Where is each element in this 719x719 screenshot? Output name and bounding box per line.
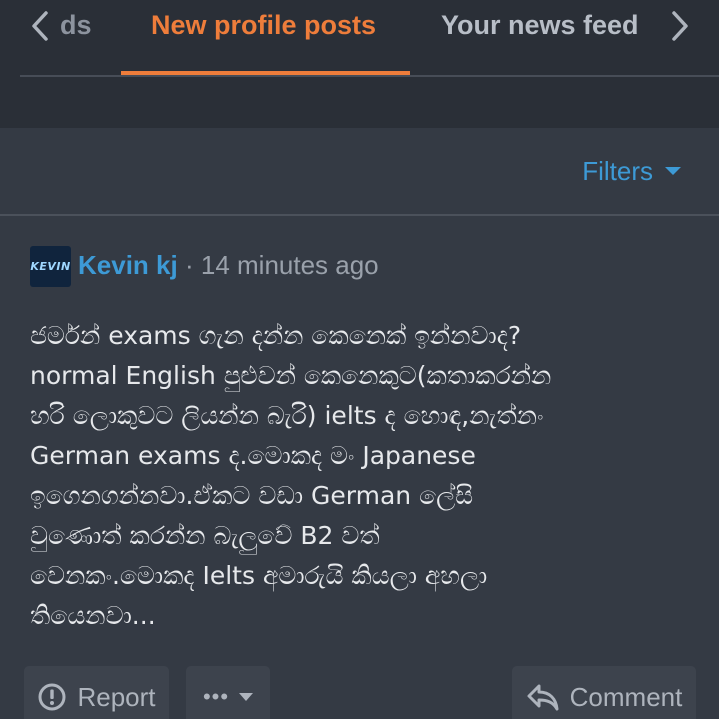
report-label: Report (77, 681, 156, 712)
post-time[interactable]: 14 minutes ago (201, 250, 379, 280)
post-body-line: වෙනකං.මොකද Ielts අමාරුයි කියලා අහලා (30, 561, 488, 590)
chevron-left-icon[interactable] (26, 10, 56, 42)
tab-your-news-feed[interactable]: Your news feed (441, 8, 639, 42)
post-body-line: ඉගෙනගන්නවා.ඒකට වඩා German ලේසි (30, 481, 474, 510)
tab-previous[interactable]: ds (60, 8, 92, 42)
tab-row: ds New profile posts Your news feed (0, 0, 719, 76)
tab-divider (20, 75, 719, 77)
tab-bar: ds New profile posts Your news feed (0, 0, 719, 128)
reply-icon (526, 682, 560, 712)
comment-button[interactable]: Comment (512, 666, 696, 719)
meta-separator: · (184, 250, 194, 280)
post-body-line: German exams ද.මොකද මං Japanese (30, 441, 476, 470)
author-link[interactable]: Kevin kj (78, 250, 178, 280)
filters-bar: Filters (0, 128, 719, 216)
report-button[interactable]: Report (24, 666, 169, 719)
tab-new-profile-posts[interactable]: New profile posts (151, 8, 376, 42)
avatar[interactable]: KEVIN (30, 246, 71, 287)
active-tab-indicator (121, 71, 410, 75)
more-dots-icon: ••• (202, 684, 230, 709)
filters-button[interactable]: Filters (582, 154, 681, 188)
chevron-right-icon[interactable] (664, 10, 694, 42)
post-body-line: තියෙනවා... (30, 601, 156, 630)
post-body-line: වුණොත් කරන්න බැලුවේ B2 වත් (30, 521, 380, 550)
post-body-line: ජර්මන් exams ගැන දන්න කෙනෙක් ඉන්නවාද? (30, 321, 522, 350)
post-meta: Kevin kj · 14 minutes ago (78, 248, 379, 282)
post-body: ජර්මන් exams ගැන දන්න කෙනෙක් ඉන්නවාද? no… (30, 316, 690, 636)
profile-post: KEVIN Kevin kj · 14 minutes ago ජර්මන් e… (0, 216, 719, 719)
caret-down-icon (239, 693, 254, 701)
post-body-line: හරි ලොකුවට ලියන්න බැරි) ielts ද හොඳ,නැත්… (30, 401, 544, 430)
caret-down-icon (665, 167, 681, 175)
more-options-button[interactable]: ••• (186, 666, 270, 719)
filters-label: Filters (582, 156, 653, 186)
alert-circle-icon (37, 682, 67, 712)
post-body-line: normal English පුළුවන් කෙනෙකුට(කතාකරන්න (30, 361, 552, 390)
avatar-text: KEVIN (30, 260, 71, 273)
comment-label: Comment (569, 681, 683, 712)
